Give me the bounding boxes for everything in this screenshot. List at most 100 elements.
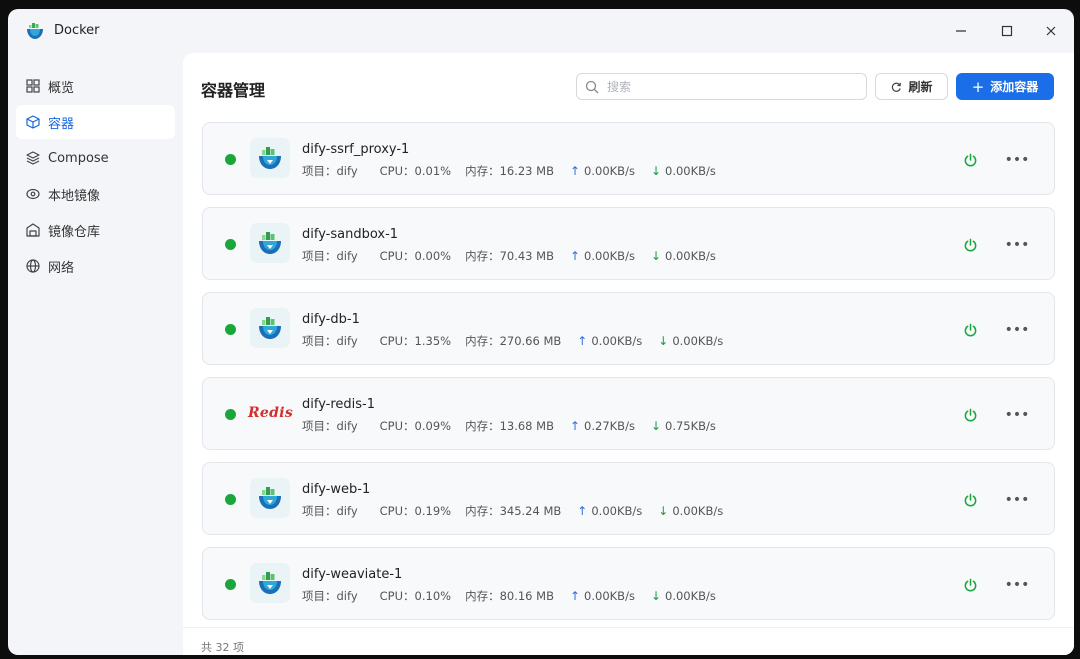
memory-usage: 内存：80.16 MB	[465, 589, 554, 603]
project-label: 项目：dify	[302, 419, 358, 433]
arrow-up-icon: ↑	[569, 419, 581, 433]
more-options-button[interactable]: •••	[1004, 150, 1030, 170]
running-status-dot	[225, 324, 236, 335]
container-name[interactable]: dify-ssrf_proxy-1	[302, 142, 409, 157]
search-box[interactable]	[576, 73, 867, 100]
app-title: Docker	[54, 23, 100, 38]
docker-icon	[250, 563, 290, 603]
container-card[interactable]: dify-ssrf_proxy-1 项目：dify CPU：0.01% 内存：1…	[202, 122, 1055, 195]
container-name[interactable]: dify-weaviate-1	[302, 567, 402, 582]
cube-icon	[26, 115, 40, 129]
download-rate: ↓ 0.00KB/s	[658, 334, 724, 348]
refresh-label: 刷新	[908, 80, 933, 94]
disc-icon	[26, 188, 40, 200]
page-title: 容器管理	[201, 81, 266, 100]
close-button[interactable]	[1036, 17, 1066, 45]
container-name[interactable]: dify-sandbox-1	[302, 227, 398, 242]
cpu-usage: CPU：0.01%	[379, 164, 452, 178]
power-icon	[964, 578, 976, 591]
cpu-usage: CPU：1.35%	[379, 334, 452, 348]
upload-rate: ↑ 0.00KB/s	[569, 589, 635, 603]
sidebar-item-label: 网络	[48, 260, 75, 276]
container-card[interactable]: dify-web-1 项目：dify CPU：0.19% 内存：345.24 M…	[202, 462, 1055, 535]
main-panel: 容器管理 刷新 + 添加容器 dify-ssrf_proxy-1 项目：dify	[183, 53, 1074, 655]
sidebar-item-containers[interactable]: 容器	[16, 105, 175, 139]
container-card[interactable]: dify-weaviate-1 项目：dify CPU：0.10% 内存：80.…	[202, 547, 1055, 620]
add-container-button[interactable]: + 添加容器	[956, 73, 1054, 100]
sidebar-item-local-images[interactable]: 本地镜像	[16, 177, 175, 211]
memory-usage: 内存：345.24 MB	[465, 504, 562, 518]
project-label: 项目：dify	[302, 334, 358, 348]
power-icon	[964, 238, 976, 251]
more-options-button[interactable]: •••	[1004, 320, 1030, 340]
sidebar-item-label: 概览	[48, 80, 75, 96]
power-button[interactable]	[960, 150, 980, 170]
docker-icon	[250, 308, 290, 348]
project-label: 项目：dify	[302, 504, 358, 518]
download-rate: ↓ 0.00KB/s	[650, 164, 716, 178]
grid-icon	[26, 79, 40, 93]
running-status-dot	[225, 239, 236, 250]
app-window: Docker 概览 容器 Compose 本地镜像 镜像仓库 网络 容器管理 搜…	[8, 9, 1074, 655]
container-card[interactable]: Redis dify-redis-1 项目：dify CPU：0.09% 内存：…	[202, 377, 1055, 450]
arrow-down-icon: ↓	[650, 164, 661, 178]
arrow-up-icon: ↑	[569, 164, 581, 178]
upload-rate: ↑ 0.00KB/s	[569, 164, 635, 178]
container-name[interactable]: dify-redis-1	[302, 397, 375, 412]
add-container-label: 添加容器	[990, 80, 1039, 94]
more-options-button[interactable]: •••	[1004, 575, 1030, 595]
container-card[interactable]: dify-db-1 项目：dify CPU：1.35% 内存：270.66 MB…	[202, 292, 1055, 365]
power-button[interactable]	[960, 320, 980, 340]
minimize-button[interactable]	[946, 17, 976, 45]
more-icon: •••	[1004, 237, 1030, 253]
arrow-down-icon: ↓	[650, 249, 661, 263]
upload-rate: ↑ 0.00KB/s	[577, 334, 643, 348]
sidebar-item-compose[interactable]: Compose	[16, 141, 175, 175]
redis-logo: Redis	[248, 405, 294, 421]
docker-icon	[250, 223, 290, 263]
power-button[interactable]	[960, 405, 980, 425]
refresh-icon	[892, 82, 902, 92]
container-name[interactable]: dify-db-1	[302, 312, 360, 327]
running-status-dot	[225, 579, 236, 590]
more-icon: •••	[1004, 322, 1030, 338]
running-status-dot	[225, 494, 236, 505]
more-options-button[interactable]: •••	[1004, 405, 1030, 425]
maximize-button[interactable]	[992, 17, 1022, 45]
cpu-usage: CPU：0.09%	[379, 419, 452, 433]
power-button[interactable]	[960, 490, 980, 510]
power-icon	[964, 408, 976, 421]
container-card[interactable]: dify-sandbox-1 项目：dify CPU：0.00% 内存：70.4…	[202, 207, 1055, 280]
download-rate: ↓ 0.00KB/s	[650, 249, 716, 263]
cpu-usage: CPU：0.00%	[379, 249, 452, 263]
memory-usage: 内存：13.68 MB	[465, 419, 554, 433]
download-rate: ↓ 0.00KB/s	[650, 589, 716, 603]
search-input[interactable]	[607, 79, 847, 94]
running-status-dot	[225, 409, 236, 420]
sidebar-item-network[interactable]: 网络	[16, 249, 175, 283]
maximize-icon	[1001, 25, 1013, 37]
container-name[interactable]: dify-web-1	[302, 482, 370, 497]
more-options-button[interactable]: •••	[1004, 490, 1030, 510]
upload-rate: ↑ 0.27KB/s	[569, 419, 635, 433]
project-label: 项目：dify	[302, 589, 358, 603]
more-icon: •••	[1004, 152, 1030, 168]
sidebar-item-image-registry[interactable]: 镜像仓库	[16, 213, 175, 247]
docker-icon	[250, 478, 290, 518]
more-icon: •••	[1004, 492, 1030, 508]
memory-usage: 内存：270.66 MB	[465, 334, 562, 348]
search-icon	[585, 80, 599, 93]
memory-usage: 内存：16.23 MB	[465, 164, 554, 178]
sidebar-item-overview[interactable]: 概览	[16, 69, 175, 103]
more-icon: •••	[1004, 407, 1030, 423]
power-button[interactable]	[960, 575, 980, 595]
cpu-usage: CPU：0.19%	[379, 504, 452, 518]
more-options-button[interactable]: •••	[1004, 235, 1030, 255]
arrow-down-icon: ↓	[650, 589, 661, 603]
refresh-button[interactable]: 刷新	[875, 73, 948, 100]
power-button[interactable]	[960, 235, 980, 255]
arrow-up-icon: ↑	[569, 589, 581, 603]
arrow-down-icon: ↓	[650, 419, 661, 433]
running-status-dot	[225, 154, 236, 165]
container-stats: 项目：dify CPU：0.00% 内存：70.43 MB ↑ 0.00KB/s …	[302, 248, 716, 264]
